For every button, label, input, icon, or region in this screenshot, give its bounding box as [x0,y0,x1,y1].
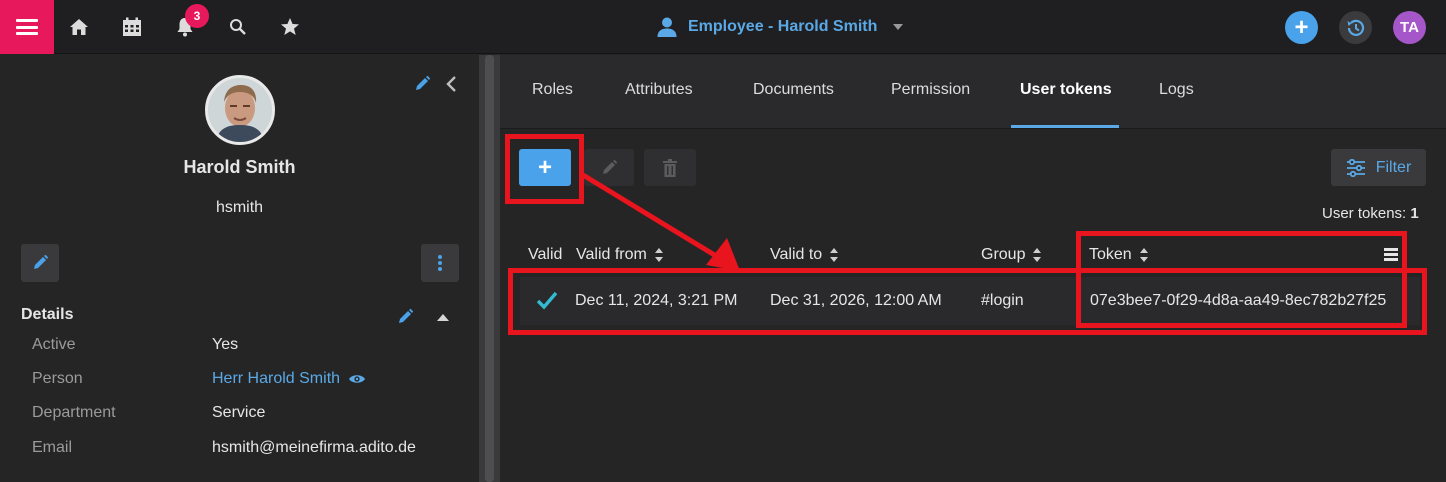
collapse-sidebar-chevron-left-icon[interactable] [444,75,464,95]
filter-button[interactable]: Filter [1331,149,1426,186]
edit-details-pencil-icon[interactable] [396,308,416,328]
sort-icon [1139,248,1149,262]
valid-check-icon [536,290,558,315]
home-icon[interactable] [66,14,92,40]
tab-roles[interactable]: Roles [532,81,573,99]
trash-icon [663,158,677,177]
profile-login: hsmith [215,199,264,216]
filter-sliders-icon [1346,158,1365,177]
history-icon [1347,19,1364,36]
more-vertical-icon [438,255,442,271]
favorites-star-icon[interactable] [277,14,303,40]
notification-count-badge: 3 [185,4,209,28]
sort-icon [654,248,664,262]
top-bar: 3 Employee - Harold Smith + TA [0,0,1446,54]
detail-label: Person [32,370,83,387]
main-menu-button[interactable] [0,0,54,54]
sort-icon [830,248,839,262]
detail-label: Email [32,439,73,456]
detail-value: hsmith@meinefirma.adito.de [212,439,416,456]
detail-row-email: Email hsmith@meinefirma.adito.de [0,439,479,469]
column-menu-icon[interactable] [1384,248,1398,261]
filter-label: Filter [1375,158,1412,176]
detail-label: Active [32,336,76,353]
user-avatar[interactable]: TA [1393,11,1426,44]
edit-button[interactable] [21,244,59,282]
chevron-down-icon [893,24,904,30]
tab-documents[interactable]: Documents [753,81,834,99]
tab-bar: Roles Attributes Documents Permission Us… [500,55,1446,129]
tab-permission[interactable]: Permission [891,81,970,99]
tab-user-tokens[interactable]: User tokens [1020,81,1112,99]
column-header-label: Group [981,246,1026,263]
add-token-button[interactable]: + [519,149,571,186]
column-header-valid-from[interactable]: Valid from [576,246,664,264]
detail-row-department: Department Service [0,404,479,434]
employee-sidebar: Harold Smith hsmith Details Active Yes P… [0,55,479,482]
pencil-icon [603,159,618,174]
global-add-button[interactable]: + [1285,11,1318,44]
detail-value: Yes [212,336,239,353]
edit-token-button[interactable] [584,149,634,186]
edit-profile-pencil-icon[interactable] [413,75,433,95]
active-tab-indicator [1011,125,1119,128]
column-header-label: Valid to [770,246,823,263]
column-header-valid[interactable]: Valid [528,246,562,264]
column-header-token[interactable]: Token [1089,246,1149,264]
detail-row-person: Person Herr Harold Smith [0,370,479,400]
details-heading: Details [21,306,74,323]
cell-token: 07e3bee7-0f29-4d8a-aa49-8ec782b27f25 [1090,292,1387,309]
eye-icon[interactable] [348,373,366,385]
detail-label: Department [32,404,116,421]
column-header-valid-to[interactable]: Valid to [770,246,839,264]
profile-photo [205,75,275,145]
person-link-text[interactable]: Herr Harold Smith [212,370,340,388]
column-header-label: Token [1089,246,1132,263]
person-icon [657,17,677,37]
detail-value: Service [212,404,266,421]
search-icon[interactable] [225,14,251,40]
detail-row-active: Active Yes [0,336,479,366]
token-count-value: 1 [1410,205,1419,222]
collapse-details-chevron-up-icon[interactable] [437,314,449,321]
profile-name: Harold Smith [183,157,296,177]
cell-group: #login [981,292,1024,309]
more-actions-button[interactable] [421,244,459,282]
hamburger-icon [16,19,38,35]
tab-attributes[interactable]: Attributes [625,81,693,99]
context-title[interactable]: Employee - Harold Smith [656,14,904,40]
column-header-label: Valid [528,246,563,263]
tab-logs[interactable]: Logs [1159,81,1194,99]
column-header-label: Valid from [576,246,647,263]
person-link[interactable]: Herr Harold Smith [212,370,366,388]
pencil-icon [34,254,49,269]
calendar-icon[interactable] [119,14,145,40]
sort-icon [1033,248,1042,262]
cell-valid-from: Dec 11, 2024, 3:21 PM [575,292,738,309]
delete-token-button[interactable] [644,149,696,186]
cell-valid-to: Dec 31, 2026, 12:00 AM [770,292,942,309]
sidebar-scrollbar[interactable] [479,55,500,482]
token-count-label: User tokens: [1322,205,1407,222]
token-count: User tokens: 1 [1322,205,1419,222]
column-header-group[interactable]: Group [981,246,1042,264]
context-title-text: Employee - Harold Smith [688,18,878,35]
history-button[interactable] [1339,11,1372,44]
